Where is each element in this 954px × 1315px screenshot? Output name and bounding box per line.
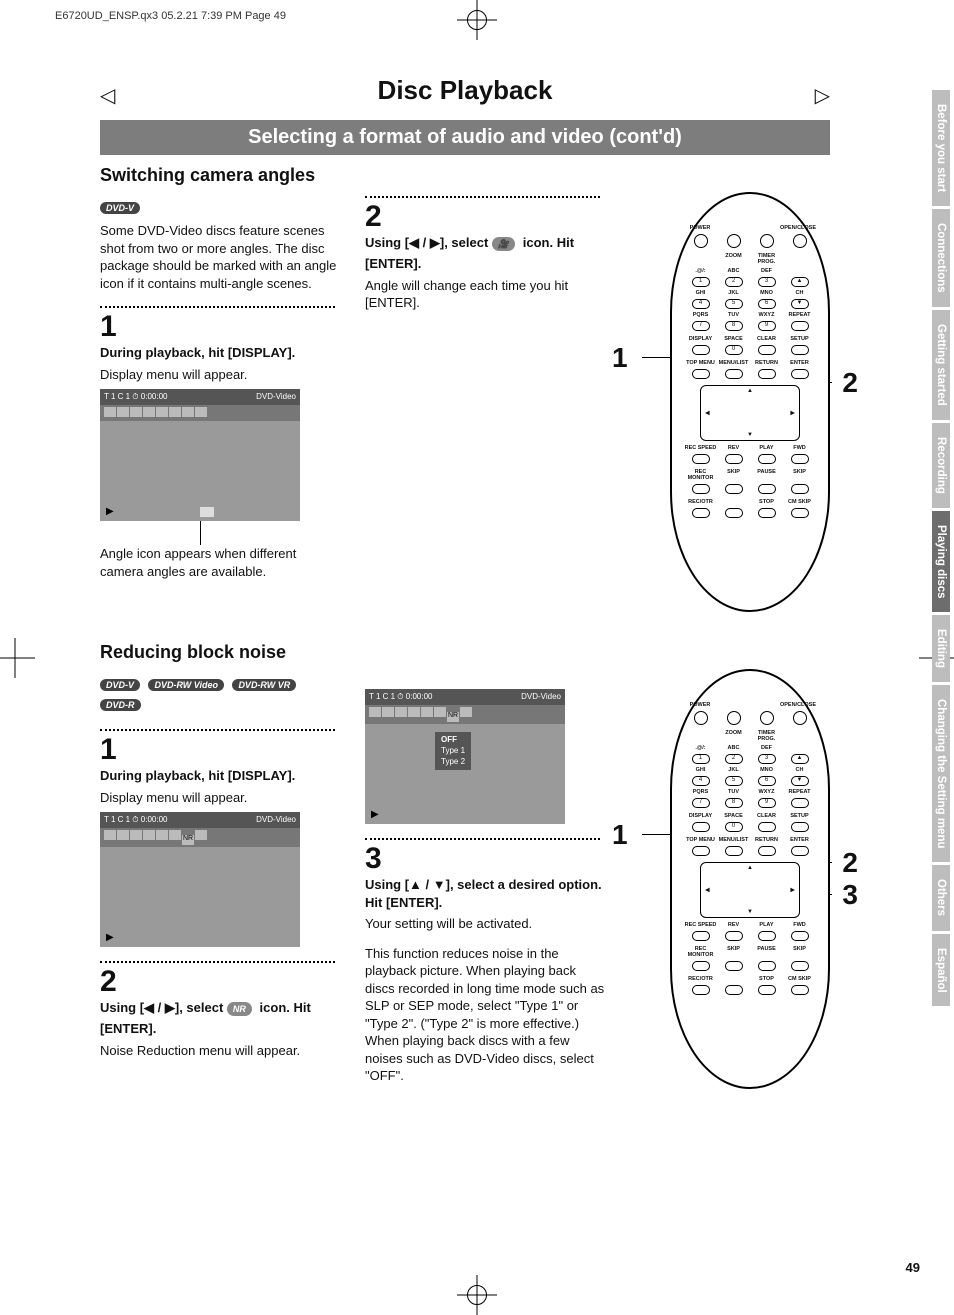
osd-source: DVD-Video <box>521 692 561 702</box>
title-arrow-left-icon: ◁ <box>100 83 115 108</box>
osd-icon-row <box>100 405 300 421</box>
remote-callout-2: 2 <box>842 367 858 399</box>
step-2-instruction-a: Using [◀ / ▶], select <box>365 235 492 250</box>
step-1-caption: Angle icon appears when different camera… <box>100 545 340 580</box>
chapter-tabs: Before you start Connections Getting start… <box>932 90 954 1009</box>
disc-badge: DVD-RW VR <box>232 679 296 691</box>
play-icon: ▶ <box>106 932 114 943</box>
osd-time: T 1 C 1 ⏱ 0:00:00 <box>369 692 432 702</box>
osd-time: T 1 C 1 ⏱ 0:00:00 <box>104 815 167 825</box>
chapter-tab[interactable]: Recording <box>932 423 950 508</box>
play-icon: ▶ <box>106 506 114 517</box>
heading-block-noise: Reducing block noise <box>100 642 830 663</box>
chapter-tab[interactable]: Before you start <box>932 90 950 206</box>
divider <box>100 729 335 731</box>
step-2-number: 2 <box>100 967 345 997</box>
intro-text: Some DVD-Video discs feature scenes shot… <box>100 222 340 292</box>
print-header: E6720UD_ENSP.qx3 05.2.21 7:39 PM Page 49 <box>55 10 286 22</box>
osd-mock-angles: T 1 C 1 ⏱ 0:00:00 DVD-Video ▶ <box>100 389 300 521</box>
remote-illustration: POWEROPEN/CLOSEZOOMTIMER PROG..@/:ABCDEF… <box>670 192 830 612</box>
play-icon: ▶ <box>371 809 379 820</box>
chapter-title: Disc Playback <box>100 75 830 106</box>
remote-callout-1: 1 <box>612 342 628 374</box>
step-3-instruction: Using [▲ / ▼], select a desired option. … <box>365 877 602 910</box>
remote-callout-2: 2 <box>842 847 858 879</box>
page-number: 49 <box>906 1260 920 1275</box>
chapter-tab[interactable]: Playing discs <box>932 511 950 613</box>
osd-mock-noise-2: T 1 C 1 ⏱ 0:00:00 DVD-Video NR OFF Type 1… <box>365 689 565 824</box>
step-1-instruction: During playback, hit [DISPLAY]. <box>100 345 295 360</box>
chapter-title-bar: ◁ Disc Playback ▷ <box>100 75 830 106</box>
step-1-instruction: During playback, hit [DISPLAY]. <box>100 768 295 783</box>
osd-icon-row: NR <box>365 705 565 724</box>
step-1-number: 1 <box>100 735 345 765</box>
step-2-body: Noise Reduction menu will appear. <box>100 1042 340 1060</box>
disc-badge: DVD-RW Video <box>148 679 224 691</box>
chapter-tab[interactable]: Connections <box>932 209 950 307</box>
step-1-number: 1 <box>100 312 345 342</box>
nr-menu-off: OFF <box>441 735 457 744</box>
step-2-body: Angle will change each time you hit [ENT… <box>365 277 605 312</box>
chapter-tab[interactable]: Others <box>932 865 950 930</box>
registration-mark-bottom <box>457 1275 497 1315</box>
nr-menu: OFF Type 1 Type 2 <box>435 732 471 770</box>
step-1-body: Display menu will appear. <box>100 789 340 807</box>
chapter-tab[interactable]: Editing <box>932 615 950 682</box>
subsection-title: Selecting a format of audio and video (c… <box>100 120 830 155</box>
step-3-number: 3 <box>365 844 610 874</box>
step-3-body-2: This function reduces noise in the playb… <box>365 945 605 1085</box>
angle-icon <box>200 507 214 517</box>
divider <box>365 838 600 840</box>
camera-icon: 🎥 <box>492 237 515 251</box>
chapter-tab[interactable]: Español <box>932 934 950 1007</box>
step-2-number: 2 <box>365 202 610 232</box>
disc-badge-dvdv: DVD-V <box>100 202 140 214</box>
disc-badge: DVD-R <box>100 699 141 711</box>
chapter-tab[interactable]: Changing the Setting menu <box>932 685 950 863</box>
callout-line <box>200 521 201 545</box>
remote-callout-1: 1 <box>612 819 628 851</box>
registration-mark-top <box>457 0 497 40</box>
osd-source: DVD-Video <box>256 392 296 402</box>
heading-camera-angles: Switching camera angles <box>100 165 830 186</box>
osd-icon-row: NR <box>100 828 300 847</box>
osd-time: T 1 C 1 ⏱ 0:00:00 <box>104 392 167 402</box>
osd-mock-noise-1: T 1 C 1 ⏱ 0:00:00 DVD-Video NR ▶ <box>100 812 300 947</box>
divider <box>365 196 600 198</box>
nr-icon: NR <box>227 1002 252 1016</box>
registration-mark-left <box>0 638 35 678</box>
disc-badges: DVD-V DVD-RW Video DVD-RW VR DVD-R <box>100 675 345 715</box>
nr-menu-type1: Type 1 <box>441 745 465 756</box>
remote-callout-3: 3 <box>842 879 858 911</box>
step-1-body: Display menu will appear. <box>100 366 340 384</box>
chapter-tab[interactable]: Getting started <box>932 310 950 420</box>
osd-source: DVD-Video <box>256 815 296 825</box>
step-3-body-1: Your setting will be activated. <box>365 915 605 933</box>
remote-illustration: POWEROPEN/CLOSEZOOMTIMER PROG..@/:ABCDEF… <box>670 669 830 1089</box>
title-arrow-right-icon: ▷ <box>815 83 830 108</box>
step-2-instruction-a: Using [◀ / ▶], select <box>100 1000 227 1015</box>
divider <box>100 306 335 308</box>
divider <box>100 961 335 963</box>
disc-badge: DVD-V <box>100 679 140 691</box>
nr-menu-type2: Type 2 <box>441 756 465 767</box>
